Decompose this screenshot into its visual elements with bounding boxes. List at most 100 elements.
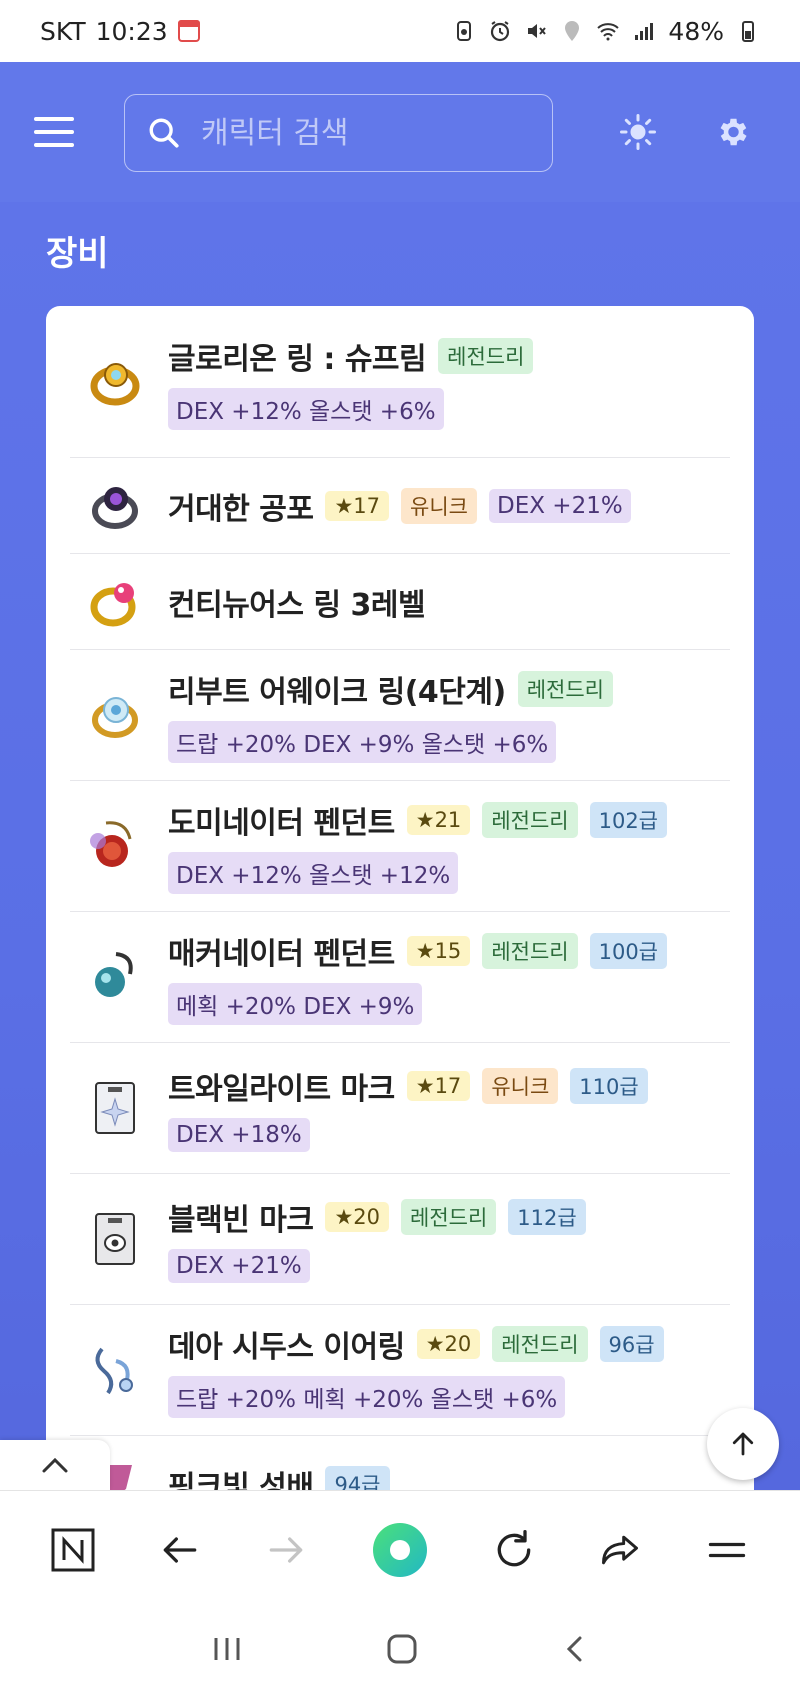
equipment-card: 글로리온 링 : 슈프림 레전드리 DEX +12% 올스탯 +6% 거대한 공… bbox=[46, 306, 754, 1490]
equipment-item[interactable]: 거대한 공포 ★17 유니크 DEX +21% bbox=[70, 458, 730, 554]
scroll-top-button[interactable] bbox=[707, 1408, 779, 1480]
item-options: DEX +21% bbox=[488, 488, 631, 523]
carrier-label: SKT bbox=[40, 16, 86, 46]
item-name: 도미네이터 펜던트 bbox=[168, 806, 395, 841]
item-options: DEX +12% 올스탯 +12% bbox=[168, 852, 459, 894]
location-icon bbox=[565, 21, 580, 41]
tag-legendary: 레전드리 bbox=[517, 671, 613, 707]
tag-starforce: ★21 bbox=[406, 805, 471, 835]
item-options: 메획 +20% DEX +9% bbox=[168, 983, 423, 1025]
pendant-teal-icon bbox=[86, 948, 144, 1006]
equipment-item[interactable]: 매커네이터 펜던트 ★15 레전드리 100급 메획 +20% DEX +9% bbox=[70, 912, 730, 1043]
battery-icon bbox=[742, 21, 754, 42]
content-area: 장비 글로리온 링 : 슈프림 레전드리 DEX +12% 올스탯 +6% 거대… bbox=[0, 202, 800, 1490]
menu-icon[interactable] bbox=[705, 1528, 749, 1572]
green-dot-icon[interactable] bbox=[371, 1521, 429, 1579]
toolbar-collapse-button[interactable] bbox=[0, 1440, 110, 1490]
search-icon bbox=[149, 118, 179, 148]
item-name: 핑크빛 성배 bbox=[168, 1470, 314, 1490]
calendar-icon bbox=[177, 20, 200, 42]
ring-pink-gem-icon bbox=[86, 573, 144, 631]
mark-blackbean-icon bbox=[86, 1210, 144, 1268]
signal-icon bbox=[635, 23, 654, 40]
chevron-up-icon bbox=[42, 1457, 68, 1473]
search-input[interactable] bbox=[201, 115, 541, 151]
tag-grade: 100급 bbox=[589, 933, 667, 969]
equipment-item[interactable]: 데아 시두스 이어링 ★20 레전드리 96급 드랍 +20% 메획 +20% … bbox=[70, 1305, 730, 1436]
share-icon[interactable] bbox=[598, 1528, 642, 1572]
gear-icon[interactable] bbox=[714, 114, 750, 150]
app-header bbox=[0, 62, 800, 202]
status-bar: SKT 10:23 48% bbox=[0, 0, 800, 62]
battery-percent: 48% bbox=[668, 16, 724, 46]
tag-starforce: ★15 bbox=[406, 936, 471, 966]
home-icon[interactable] bbox=[385, 1632, 419, 1666]
item-options: 드랍 +20% DEX +9% 올스탯 +6% bbox=[168, 721, 557, 763]
tag-starforce: ★17 bbox=[325, 490, 390, 521]
equipment-item[interactable]: 핑크빛 성배 94급 bbox=[70, 1436, 730, 1490]
back-icon[interactable] bbox=[560, 1634, 590, 1664]
item-name: 트와일라이트 마크 bbox=[168, 1072, 395, 1107]
system-nav-bar bbox=[0, 1608, 800, 1689]
equipment-item[interactable]: 트와일라이트 마크 ★17 유니크 110급 DEX +18% bbox=[70, 1043, 730, 1174]
equipment-item[interactable]: 컨티뉴어스 링 3레벨 bbox=[70, 554, 730, 650]
tag-legendary: 레전드리 bbox=[401, 1199, 497, 1235]
alarm-icon bbox=[491, 21, 510, 42]
equipment-item[interactable]: 글로리온 링 : 슈프림 레전드리 DEX +12% 올스탯 +6% bbox=[70, 306, 730, 458]
recent-apps-icon[interactable] bbox=[210, 1634, 244, 1664]
mark-twilight-icon bbox=[86, 1079, 144, 1137]
equipment-item[interactable]: 블랙빈 마크 ★20 레전드리 112급 DEX +21% bbox=[70, 1174, 730, 1305]
earring-icon bbox=[86, 1341, 144, 1399]
browser-toolbar bbox=[0, 1490, 800, 1608]
equipment-item[interactable]: 도미네이터 펜던트 ★21 레전드리 102급 DEX +12% 올스탯 +12… bbox=[70, 781, 730, 912]
tag-unique: 유니크 bbox=[482, 1068, 559, 1104]
item-name: 데아 시두스 이어링 bbox=[168, 1330, 405, 1365]
refresh-icon[interactable] bbox=[492, 1528, 536, 1572]
menu-line bbox=[34, 143, 74, 147]
clock: 10:23 bbox=[95, 16, 168, 46]
back-arrow-icon[interactable] bbox=[158, 1528, 202, 1572]
ring-dark-icon bbox=[86, 477, 144, 535]
item-name: 매커네이터 펜던트 bbox=[168, 937, 395, 972]
item-options: 드랍 +20% 메획 +20% 올스탯 +6% bbox=[168, 1376, 566, 1418]
status-right: 48% bbox=[452, 17, 760, 46]
section-title: 장비 bbox=[46, 234, 109, 274]
arrow-up-icon bbox=[732, 1432, 754, 1456]
tag-legendary: 레전드리 bbox=[492, 1326, 588, 1362]
equipment-item[interactable]: 리부트 어웨이크 링(4단계) 레전드리 드랍 +20% DEX +9% 올스탯… bbox=[70, 650, 730, 781]
theme-toggle-sun-icon[interactable] bbox=[620, 114, 656, 150]
pendant-red-icon bbox=[86, 817, 144, 875]
tag-grade: 102급 bbox=[589, 802, 667, 838]
menu-line bbox=[34, 130, 74, 134]
menu-line bbox=[34, 117, 74, 121]
recycle-icon bbox=[457, 21, 472, 41]
wifi-icon bbox=[597, 23, 620, 41]
ring-gold-icon bbox=[86, 353, 144, 411]
search-box[interactable] bbox=[124, 94, 553, 172]
tag-unique: 유니크 bbox=[401, 487, 477, 524]
forward-arrow-icon[interactable] bbox=[264, 1528, 308, 1572]
tag-starforce: ★20 bbox=[416, 1329, 481, 1359]
tag-starforce: ★20 bbox=[325, 1202, 390, 1232]
item-name: 거대한 공포 bbox=[168, 491, 314, 527]
tag-starforce: ★17 bbox=[406, 1071, 471, 1101]
status-left: SKT 10:23 bbox=[40, 17, 200, 46]
tag-legendary: 레전드리 bbox=[438, 337, 534, 374]
tag-legendary: 레전드리 bbox=[482, 802, 578, 838]
item-options: DEX +21% bbox=[168, 1249, 310, 1283]
item-name: 리부트 어웨이크 링(4단계) bbox=[168, 675, 506, 710]
item-options: DEX +18% bbox=[168, 1118, 310, 1152]
item-name: 컨티뉴어스 링 3레벨 bbox=[168, 587, 426, 623]
mute-icon bbox=[528, 24, 547, 38]
item-options: DEX +12% 올스탯 +6% bbox=[168, 387, 444, 430]
tag-grade: 94급 bbox=[325, 1466, 390, 1490]
ring-awake-icon bbox=[86, 686, 144, 744]
tag-legendary: 레전드리 bbox=[482, 933, 578, 969]
item-name: 블랙빈 마크 bbox=[168, 1203, 314, 1238]
tag-grade: 110급 bbox=[570, 1068, 648, 1104]
tag-grade: 96급 bbox=[599, 1326, 664, 1362]
naver-home-icon[interactable] bbox=[51, 1528, 95, 1572]
tag-grade: 112급 bbox=[508, 1199, 586, 1235]
menu-button[interactable] bbox=[34, 117, 74, 147]
item-name: 글로리온 링 : 슈프림 bbox=[168, 341, 427, 377]
